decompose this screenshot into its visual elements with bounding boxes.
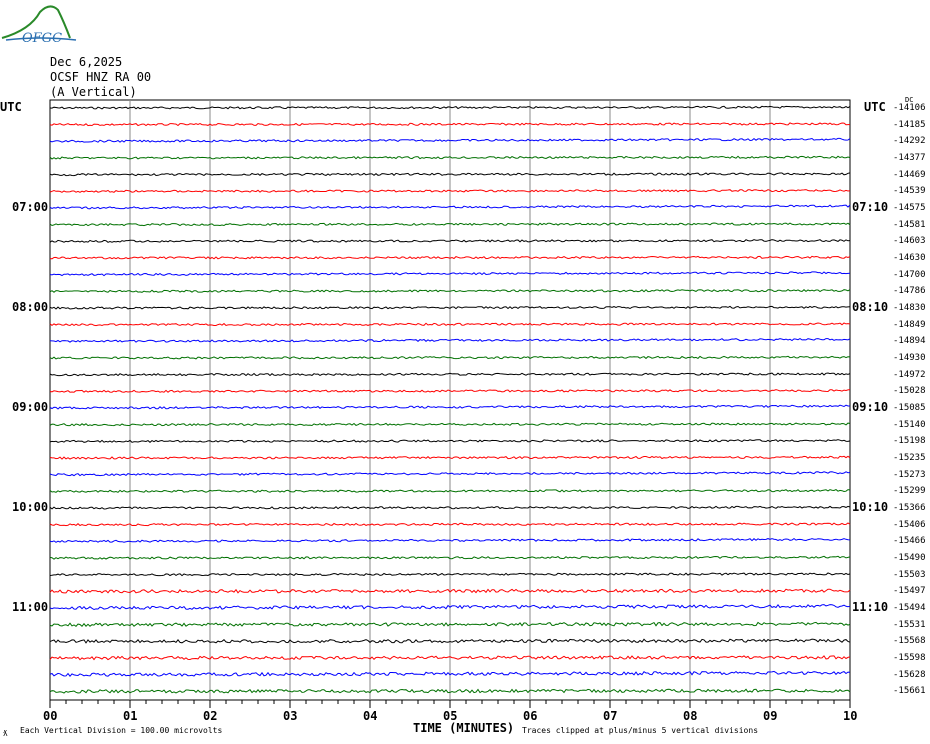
dc-offset-label: -15466 (893, 536, 926, 547)
dc-offset-label: -15628 (893, 669, 926, 680)
dc-offset-label: -14630 (893, 253, 926, 264)
x-tick-label: 10 (843, 709, 858, 723)
dc-offset-label: -14106 (893, 103, 926, 113)
x-tick-label: 04 (363, 709, 378, 723)
left-hour-label: 10:00 (12, 500, 49, 515)
x-axis-title: TIME (MINUTES) (413, 721, 515, 735)
dc-offset-label: -14786 (893, 286, 926, 297)
dc-offset-label: -14972 (893, 369, 926, 380)
right-hour-label: 11:10 (852, 600, 889, 615)
dc-offset-label: -14700 (893, 269, 926, 280)
right-hour-label: 07:10 (852, 200, 889, 215)
right-hour-label: 10:10 (852, 500, 889, 515)
dc-offset-label: -14894 (893, 336, 926, 347)
dc-offset-label: -14539 (893, 186, 926, 197)
right-hour-label: 09:10 (852, 400, 889, 415)
dc-offset-label: -14603 (893, 236, 926, 247)
x-tick-label: 03 (283, 709, 298, 723)
x-tick-label: 09 (763, 709, 778, 723)
scale-note: Each Vertical Division = 100.00 microvol… (20, 726, 223, 735)
dc-offset-label: -15299 (893, 486, 926, 497)
dc-offset-label: -14581 (893, 219, 926, 230)
corner-mark: ƛ (3, 729, 8, 738)
x-tick-label: 00 (43, 709, 58, 723)
dc-offset-label: -14377 (893, 153, 926, 163)
dc-offset-label: -15503 (893, 569, 926, 580)
x-tick-label: 01 (123, 709, 138, 723)
dc-offset-label: -14575 (893, 203, 926, 214)
dc-offset-label: -15235 (893, 453, 926, 464)
x-tick-label: 02 (203, 709, 218, 723)
left-hour-label: 07:00 (12, 200, 49, 215)
left-hour-label: 08:00 (12, 300, 49, 315)
dc-offset-label: -15028 (893, 386, 926, 397)
dc-offset-label: -15598 (893, 653, 926, 664)
dc-offset-label: -15366 (893, 503, 926, 514)
dc-offset-label: -15085 (893, 403, 926, 414)
dc-offset-label: -15140 (893, 419, 926, 430)
dc-offset-label: -15494 (893, 603, 926, 614)
dc-offset-label: -14930 (893, 353, 926, 364)
left-hour-label: 11:00 (12, 600, 49, 615)
dc-offset-label: -15568 (893, 636, 926, 647)
dc-offset-label: -15490 (893, 553, 926, 564)
dc-offset-label: -15273 (893, 469, 926, 480)
x-tick-label: 08 (683, 709, 698, 723)
dc-offset-label: -14292 (893, 136, 926, 147)
dc-offset-label: -15531 (893, 619, 926, 630)
dc-offset-label: -15198 (893, 436, 926, 447)
dc-offset-label: -14849 (893, 319, 926, 330)
dc-offset-label: -15406 (893, 519, 926, 530)
dc-offset-label: -15661 (893, 686, 926, 697)
dc-offset-label: -15497 (893, 586, 926, 597)
x-tick-label: 07 (603, 709, 618, 723)
x-tick-label: 06 (523, 709, 538, 723)
left-hour-label: 09:00 (12, 400, 49, 415)
helicorder-plot (49, 99, 851, 708)
dc-offset-label: -14185 (893, 119, 926, 130)
dc-offset-label: -14469 (893, 169, 926, 180)
clip-note: Traces clipped at plus/minus 5 vertical … (522, 726, 759, 735)
dc-offset-label: -14830 (893, 303, 926, 314)
right-hour-label: 08:10 (852, 300, 889, 315)
